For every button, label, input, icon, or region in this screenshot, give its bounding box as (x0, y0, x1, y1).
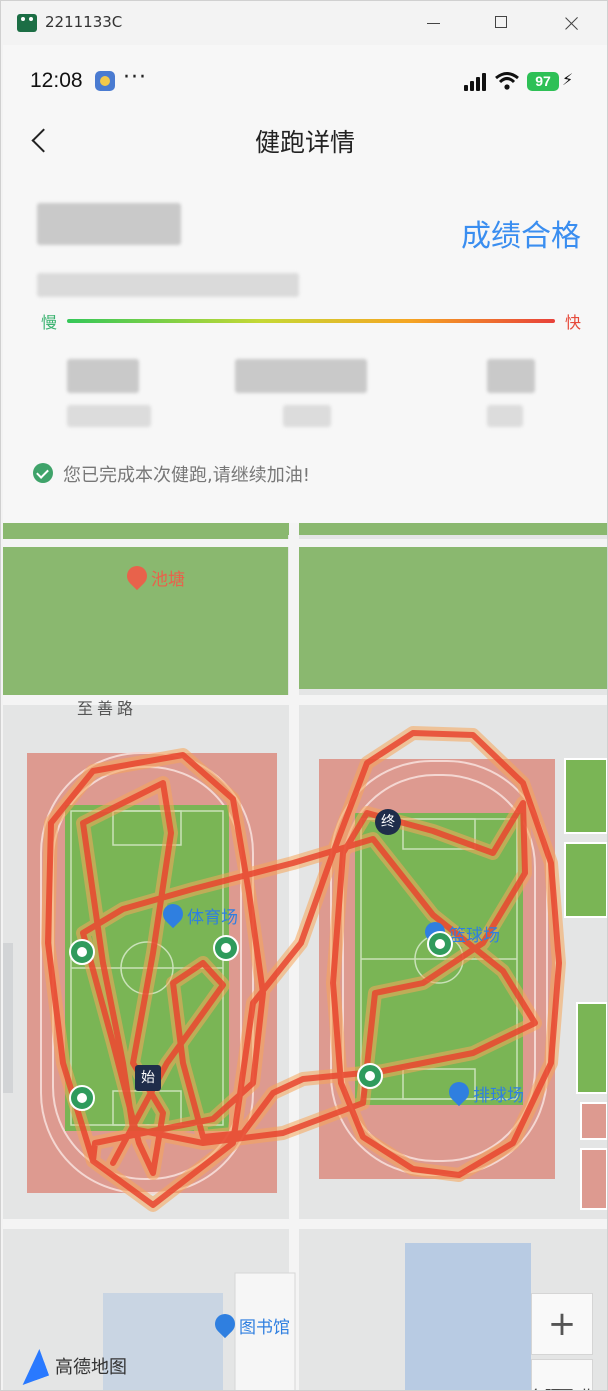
window-titlebar: 2211133C (1, 1, 607, 45)
route-map[interactable]: 至善路 池塘 体育场 篮球场 排球场 图书馆 终 始 + − 高德地图 (3, 523, 607, 1390)
road-label: 至善路 (77, 699, 138, 718)
speed-legend: 慢 快 (41, 309, 581, 333)
route-end-marker: 终 (375, 809, 401, 835)
redacted-stat-label (67, 405, 151, 427)
status-time: 12:08 (30, 69, 83, 92)
window-title: 2211133C (45, 13, 123, 31)
watermark-text: 合肥工业 (527, 1383, 595, 1390)
battery-icon: 97 (527, 72, 559, 91)
android-app-icon (17, 14, 37, 32)
redacted-stat-label (487, 405, 523, 427)
nav-bar: 健跑详情 (3, 119, 607, 163)
redacted-stat-value (487, 359, 535, 393)
checkpoint-pin[interactable] (69, 939, 95, 965)
page-title: 健跑详情 (254, 128, 355, 157)
wifi-icon (495, 72, 519, 90)
charging-icon: ⚡ (562, 70, 574, 89)
more-notifications-icon: ··· (123, 65, 147, 90)
grade-status: 成绩合格 (461, 219, 581, 254)
status-bar: 12:08 ··· 97 ⚡ (3, 45, 607, 119)
maximize-button[interactable] (487, 9, 517, 37)
checkpoint-pin[interactable] (69, 1085, 95, 1111)
zoom-in-button[interactable]: + (531, 1293, 593, 1355)
redacted-stat-label (283, 405, 331, 427)
route-start-marker: 始 (135, 1065, 161, 1091)
notification-app-icon (95, 71, 115, 91)
checkpoint-pin[interactable] (213, 935, 239, 961)
signal-icon (464, 73, 486, 91)
phone-screen: 12:08 ··· 97 ⚡ 健跑详情 成绩合格 慢 快 您已完成本次健跑,请继… (3, 45, 607, 1390)
redacted-stat-value (67, 359, 139, 393)
run-summary-card: 成绩合格 慢 快 您已完成本次健跑,请继续加油! (3, 163, 607, 523)
fast-label: 快 (564, 313, 581, 332)
redacted-name (37, 203, 181, 245)
redacted-stat-value (235, 359, 367, 393)
completion-note-text: 您已完成本次健跑,请继续加油! (63, 465, 310, 486)
app-window: 2211133C 12:08 ··· 97 ⚡ 健跑详情 成绩合格 慢 快 您已… (0, 0, 608, 1391)
speed-gradient-bar (67, 319, 555, 323)
redacted-info (37, 273, 299, 297)
check-circle-icon (33, 463, 53, 483)
close-button[interactable] (557, 9, 587, 37)
minimize-button[interactable] (419, 9, 449, 37)
checkpoint-pin[interactable] (427, 931, 453, 957)
checkpoint-pin[interactable] (357, 1063, 383, 1089)
slow-label: 慢 (41, 313, 58, 332)
